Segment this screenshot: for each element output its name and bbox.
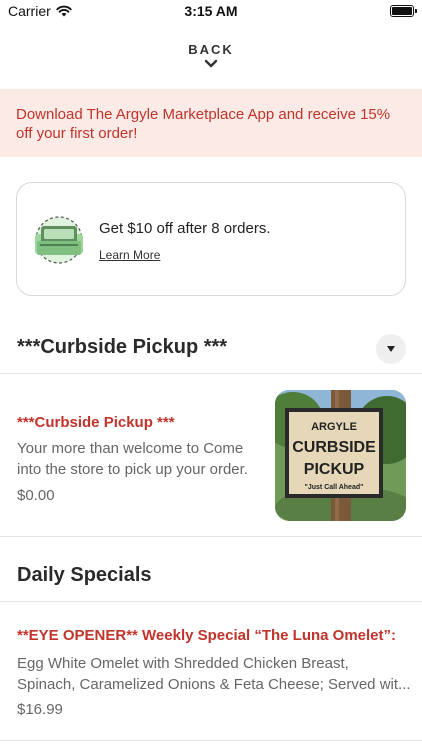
menu-item-curbside[interactable]: ***Curbside Pickup *** Your more than we… — [0, 374, 422, 536]
caret-down-icon — [387, 346, 395, 352]
menu-item-eye-opener[interactable]: **EYE OPENER** Weekly Special “The Luna … — [0, 602, 422, 740]
section-title: Daily Specials — [17, 564, 152, 586]
punch-card-icon — [35, 216, 83, 264]
back-label: BACK — [188, 42, 234, 57]
section-title: ***Curbside Pickup *** — [17, 336, 228, 358]
item-price: $0.00 — [17, 487, 55, 504]
learn-more-link[interactable]: Learn More — [99, 248, 160, 262]
section-toggle-button[interactable] — [376, 334, 406, 364]
back-button[interactable]: BACK — [0, 42, 422, 69]
divider — [0, 740, 422, 741]
item-name: ***Curbside Pickup *** — [17, 414, 175, 431]
item-description-line-1: Egg White Omelet with Shredded Chicken B… — [17, 655, 349, 672]
promo-banner-text: Download The Argyle Marketplace App and … — [16, 106, 391, 142]
item-price: $16.99 — [17, 701, 63, 718]
reward-title: Get $10 off after 8 orders. — [99, 220, 271, 237]
status-bar: Carrier 3:15 AM — [0, 0, 422, 24]
sign-text-call-ahead: "Just Call Ahead" — [305, 484, 364, 491]
divider — [0, 536, 422, 537]
chevron-down-icon — [204, 59, 218, 68]
loyalty-reward-card[interactable]: Get $10 off after 8 orders. Learn More — [16, 182, 406, 296]
item-photo[interactable]: ARGYLE CURBSIDE PICKUP "Just Call Ahead" — [275, 390, 406, 521]
sign-text-argyle: ARGYLE — [311, 421, 357, 433]
item-description: Your more than welcome to Come into the … — [17, 440, 248, 478]
item-name: **EYE OPENER** Weekly Special “The Luna … — [17, 627, 397, 644]
item-description-line-2: Spinach, Caramelized Onions & Feta Chees… — [17, 676, 411, 693]
section-header-curbside[interactable]: ***Curbside Pickup *** — [0, 322, 422, 374]
battery-icon — [390, 5, 417, 17]
sign-text-pickup: PICKUP — [304, 461, 365, 478]
sign-text-curbside: CURBSIDE — [292, 439, 376, 456]
promo-banner[interactable]: Download The Argyle Marketplace App and … — [0, 89, 422, 157]
status-time: 3:15 AM — [184, 3, 238, 19]
section-header-daily-specials[interactable]: Daily Specials — [0, 550, 422, 602]
